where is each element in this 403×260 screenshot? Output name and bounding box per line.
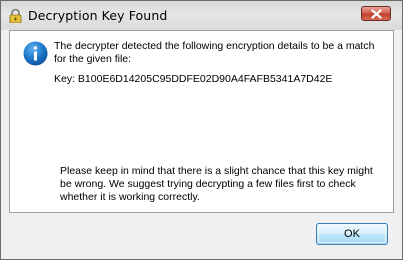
window-title: Decryption Key Found [28,8,168,23]
key-value: Key: B100E6D14205C95DDFE02D90A4FAFB5341A… [54,73,333,85]
title-bar[interactable]: Decryption Key Found [1,1,402,30]
close-icon [371,9,382,19]
button-bar: OK [1,213,402,259]
warning-message: Please keep in mind that there is a slig… [60,165,373,203]
ok-button[interactable]: OK [316,223,388,245]
message-panel: The decrypter detected the following enc… [9,30,394,213]
info-icon [23,41,48,66]
dialog-window: Decryption Key Found The decrypter detec… [0,0,403,260]
lock-icon [8,8,23,24]
close-button[interactable] [361,6,391,21]
detection-message: The decrypter detected the following enc… [54,40,375,65]
